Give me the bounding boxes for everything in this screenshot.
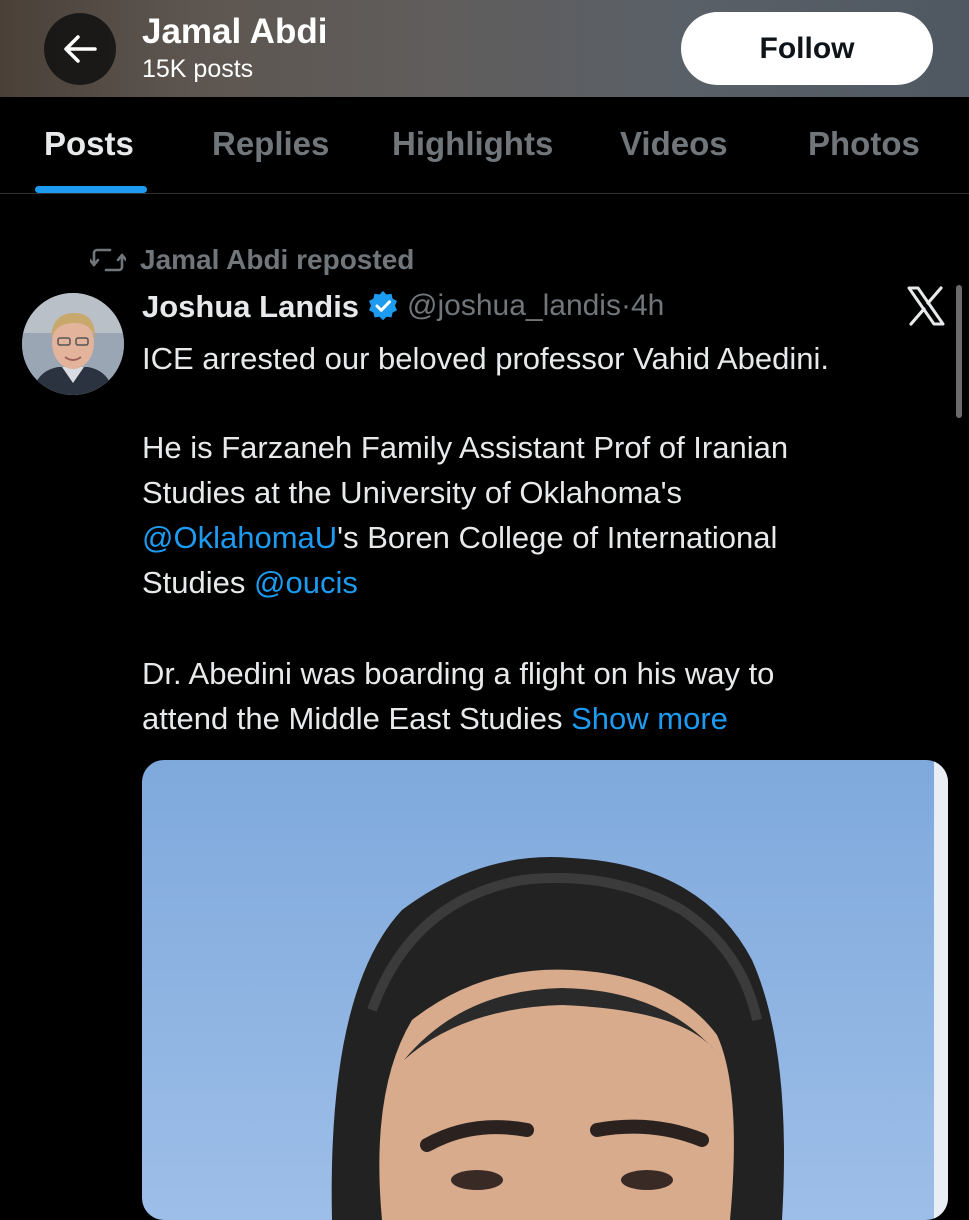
post-count: 15K posts <box>142 55 254 83</box>
scrollbar[interactable] <box>956 285 962 418</box>
active-tab-indicator <box>35 186 147 193</box>
post-time[interactable]: 4h <box>631 291 664 321</box>
tab-highlights[interactable]: Highlights <box>392 127 553 160</box>
post-text-line: He is Farzaneh Family Assistant Prof of … <box>142 430 789 465</box>
show-more-link[interactable]: Show more <box>571 701 728 736</box>
post-text-fragment: 's Boren College of International <box>337 520 778 555</box>
back-button[interactable] <box>44 13 116 85</box>
profile-header: Jamal Abdi 15K posts Follow <box>0 0 969 97</box>
repost-indicator[interactable]: Jamal Abdi reposted <box>90 244 414 276</box>
profile-name: Jamal Abdi <box>142 12 328 51</box>
post-text-line: @OklahomaU's Boren College of Internatio… <box>142 515 932 560</box>
tab-photos[interactable]: Photos <box>808 127 920 160</box>
author-name[interactable]: Joshua Landis <box>142 291 359 322</box>
mention-oucis[interactable]: @oucis <box>254 565 358 600</box>
mention-oklahomau[interactable]: @OklahomaU <box>142 520 337 555</box>
post-text-line: Studies @oucis <box>142 560 932 605</box>
avatar-image <box>22 293 124 395</box>
post-text-line: ICE arrested our beloved professor Vahid… <box>142 341 829 376</box>
post-text-fragment: attend the Middle East Studies <box>142 701 572 736</box>
repost-icon <box>90 248 126 272</box>
post-image[interactable] <box>142 760 948 1220</box>
tab-replies[interactable]: Replies <box>212 127 329 160</box>
x-logo-icon[interactable] <box>906 285 946 327</box>
follow-button[interactable]: Follow <box>681 12 933 85</box>
repost-label: Jamal Abdi reposted <box>140 244 415 275</box>
arrow-left-icon <box>64 35 97 63</box>
tab-posts[interactable]: Posts <box>44 127 134 160</box>
post-text-line: Dr. Abedini was boarding a flight on his… <box>142 656 775 691</box>
post-text-line: attend the Middle East Studies Show more <box>142 696 932 741</box>
tab-videos[interactable]: Videos <box>620 127 728 160</box>
separator-dot: · <box>620 289 631 322</box>
post-text-fragment: Studies <box>142 565 255 600</box>
author-avatar[interactable] <box>22 293 124 395</box>
post-text-line: Studies at the University of Oklahoma's <box>142 475 683 510</box>
verified-badge-icon <box>367 290 399 322</box>
post-header: Joshua Landis @joshua_landis · 4h <box>142 290 664 322</box>
author-handle[interactable]: @joshua_landis <box>407 291 621 321</box>
profile-tabs: Posts Replies Highlights Videos Photos <box>0 97 969 194</box>
portrait-photo <box>142 760 948 1220</box>
